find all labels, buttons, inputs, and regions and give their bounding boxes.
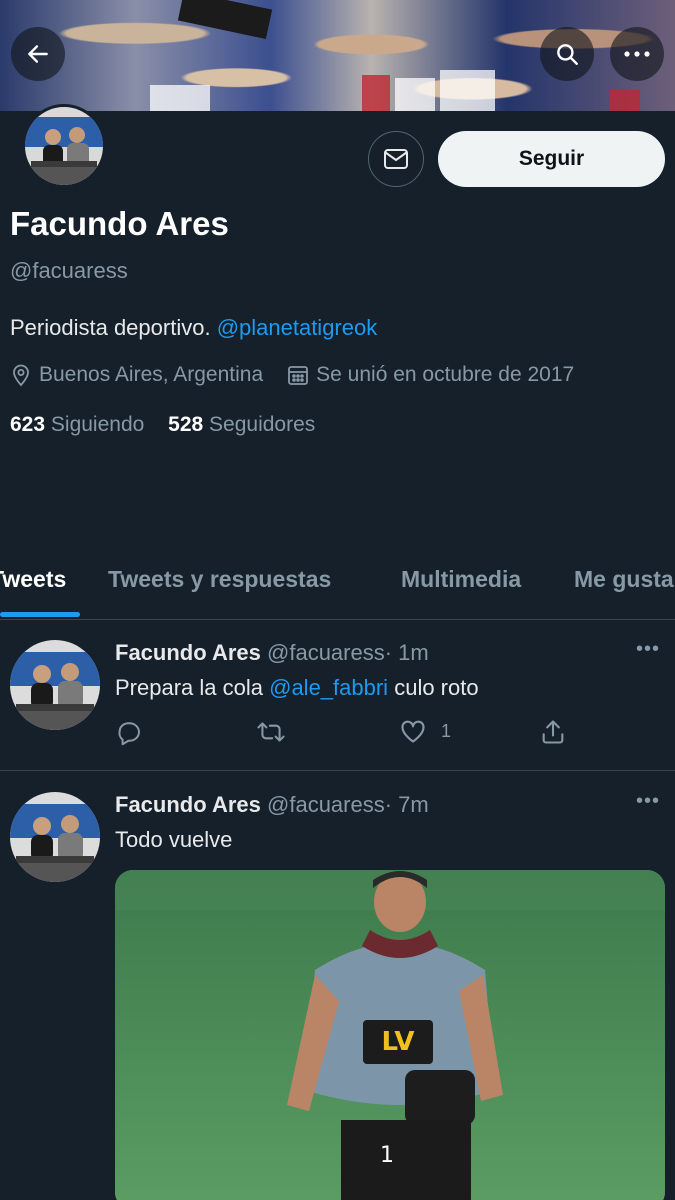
- profile-avatar[interactable]: [22, 104, 106, 188]
- location-item: Buenos Aires, Argentina: [10, 363, 263, 387]
- tweet-more-button[interactable]: •••: [636, 790, 660, 813]
- more-horizontal-icon: [624, 51, 650, 57]
- like-button[interactable]: 1: [399, 718, 451, 744]
- message-button[interactable]: [368, 131, 424, 187]
- heart-icon: [401, 720, 425, 743]
- location-pin-icon: [13, 364, 29, 387]
- tab-tweets[interactable]: Tweets: [0, 566, 66, 593]
- tweet-author-name[interactable]: Facundo Ares: [115, 792, 261, 817]
- following-link[interactable]: 623 Siguiendo: [10, 413, 144, 436]
- tweet-text: Prepara la cola @ale_fabbri culo roto: [115, 675, 479, 701]
- tweet-more-button[interactable]: •••: [636, 638, 660, 661]
- tweet-header: Facundo Ares @facuaress· 1m: [115, 640, 429, 666]
- followers-count: 528: [168, 413, 204, 436]
- tweet-header: Facundo Ares @facuaress· 7m: [115, 792, 429, 818]
- follow-stats: 623 Siguiendo 528 Seguidores: [10, 413, 333, 437]
- more-button[interactable]: [610, 27, 664, 81]
- active-tab-indicator: [0, 612, 80, 617]
- tab-media[interactable]: Multimedia: [401, 566, 521, 593]
- arrow-left-icon: [28, 45, 48, 63]
- following-count: 623: [10, 413, 46, 436]
- profile-name: Facundo Ares: [10, 205, 229, 242]
- tweet-text-part: culo roto: [394, 675, 479, 700]
- tweet-divider: [0, 770, 675, 771]
- reply-button[interactable]: [115, 718, 143, 746]
- retweet-button[interactable]: [255, 718, 287, 746]
- profile-meta: Buenos Aires, Argentina Se unió en octub…: [10, 363, 598, 387]
- back-button[interactable]: [11, 27, 65, 81]
- follow-button[interactable]: Seguir: [438, 131, 665, 187]
- tweet-time: · 1m: [384, 640, 429, 665]
- tweet-mention-link[interactable]: @ale_fabbri: [269, 675, 388, 700]
- share-icon: [542, 720, 564, 744]
- tweet-actions: 1: [115, 718, 585, 752]
- location-text: Buenos Aires, Argentina: [39, 363, 264, 386]
- bio-text: Periodista deportivo.: [10, 315, 211, 340]
- followers-label: Seguidores: [209, 413, 316, 436]
- tweet-author-name[interactable]: Facundo Ares: [115, 640, 261, 665]
- profile-handle: @facuaress: [10, 258, 128, 283]
- following-label: Siguiendo: [50, 413, 145, 436]
- joined-text: Se unió en octubre de 2017: [316, 363, 575, 386]
- tab-tweets-replies[interactable]: Tweets y respuestas: [108, 566, 331, 593]
- envelope-icon: [384, 149, 408, 169]
- jersey-sponsor-text: LV: [381, 1027, 414, 1057]
- tweet-text: Todo vuelve: [115, 827, 233, 852]
- like-count: 1: [441, 720, 452, 741]
- search-icon: [557, 44, 578, 65]
- share-button[interactable]: [539, 718, 567, 746]
- retweet-icon: [257, 722, 285, 742]
- tweet-author-handle[interactable]: @facuaress: [267, 640, 385, 665]
- bio-mention-link[interactable]: @planetatigreok: [217, 315, 378, 340]
- profile-bio: Periodista deportivo. @planetatigreok: [10, 315, 377, 341]
- tweet-media-image[interactable]: LV 1: [115, 870, 665, 1200]
- tweet-time: · 7m: [384, 792, 429, 817]
- tweet-text-part: Prepara la cola: [115, 675, 263, 700]
- reply-icon: [118, 722, 140, 746]
- jersey-number: 1: [380, 1143, 394, 1168]
- profile-tabs: Tweets Tweets y respuestas Multimedia Me…: [0, 558, 675, 620]
- calendar-icon: [288, 366, 309, 385]
- tab-likes[interactable]: Me gusta: [574, 566, 674, 593]
- tweet-avatar[interactable]: [10, 792, 100, 882]
- search-button[interactable]: [540, 27, 594, 81]
- followers-link[interactable]: 528 Seguidores: [168, 413, 315, 436]
- tweet-avatar[interactable]: [10, 640, 100, 730]
- tweet-author-handle[interactable]: @facuaress: [267, 792, 385, 817]
- joined-item: Se unió en octubre de 2017: [287, 363, 574, 387]
